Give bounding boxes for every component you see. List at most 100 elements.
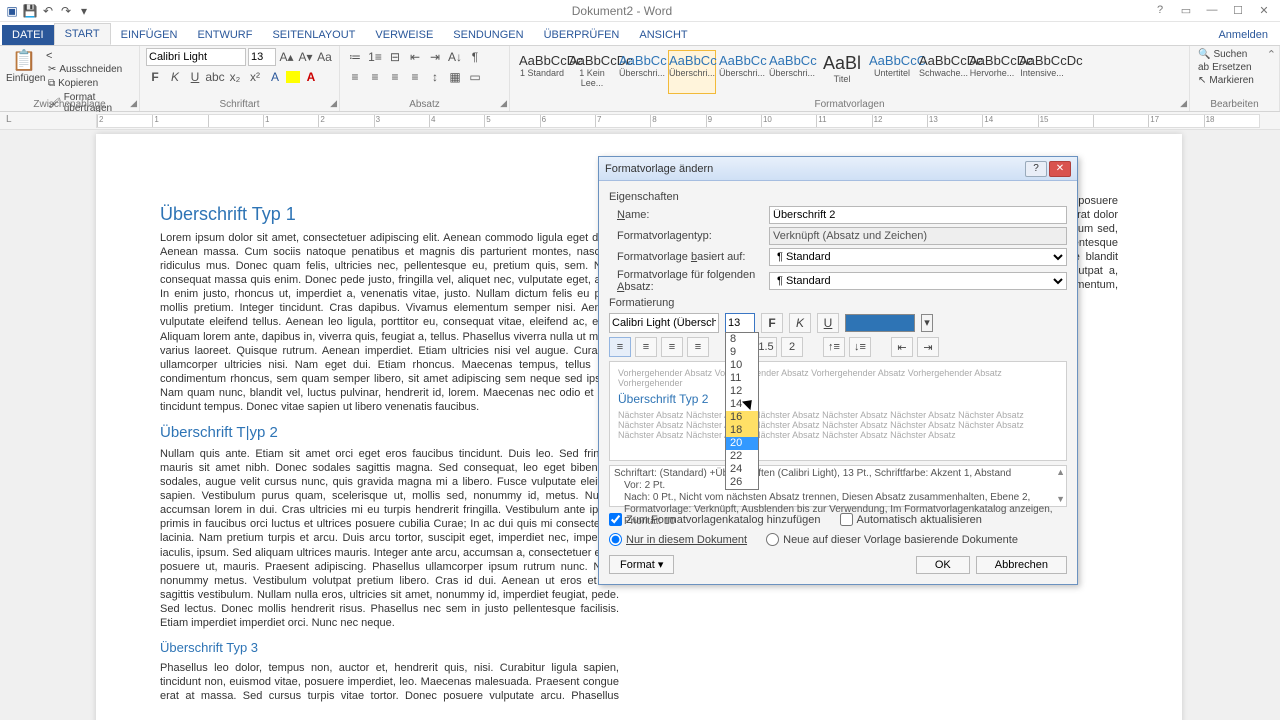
size-option[interactable]: 22 [726,450,758,463]
only-this-doc-radio[interactable]: Nur in diesem Dokument [609,533,747,546]
align-left-icon[interactable]: ≡ [346,68,364,86]
dlg-font-combo[interactable] [609,313,719,333]
highlight-icon[interactable] [286,71,300,83]
bold-icon[interactable]: F [146,68,164,86]
dialog-help-icon[interactable]: ? [1025,161,1047,177]
dlg-color-picker[interactable] [845,314,915,332]
redo-icon[interactable]: ↷ [58,3,74,19]
close-icon[interactable]: ✕ [1252,4,1276,17]
help-icon[interactable]: ? [1148,4,1172,17]
style-item[interactable]: AaBbCcDcHervorhe... [968,50,1016,94]
shading-icon[interactable]: ▦ [446,68,464,86]
size-option[interactable]: 14 [726,398,758,411]
tab-mailings[interactable]: SENDUNGEN [443,25,533,45]
dlg-align-right[interactable]: ≡ [661,337,683,357]
borders-icon[interactable]: ▭ [466,68,484,86]
collapse-ribbon-icon[interactable]: ⌃ [1267,48,1276,61]
multilevel-icon[interactable]: ⊟ [386,48,404,66]
format-menu-button[interactable]: Format ▾ [609,555,674,574]
paste-button[interactable]: 📋 Einfügen [6,48,42,96]
dlg-space-before-dec[interactable]: ↓≡ [849,337,871,357]
align-center-icon[interactable]: ≡ [366,68,384,86]
style-item[interactable]: AaBbCcDc1 Kein Lee... [568,50,616,94]
dlg-indent-dec[interactable]: ⇤ [891,337,913,357]
replace-button[interactable]: abErsetzen [1196,61,1273,74]
text-effects-icon[interactable]: A [266,68,284,86]
style-item[interactable]: AaBbCcÜberschri... [618,50,666,94]
dlg-align-left[interactable]: ≡ [609,337,631,357]
dialog-launcher-icon[interactable]: ◢ [1180,98,1187,109]
dec-indent-icon[interactable]: ⇤ [406,48,424,66]
size-option[interactable]: 18 [726,424,758,437]
size-option[interactable]: 20 [726,437,758,450]
dlg-underline-button[interactable]: U [817,313,839,333]
save-icon[interactable]: 💾 [22,3,38,19]
style-item[interactable]: AaBbCcÜberschri... [668,50,716,94]
style-item[interactable]: AaBbCcCUntertitel [868,50,916,94]
qat-more-icon[interactable]: ▾ [76,3,92,19]
superscript-icon[interactable]: x² [246,68,264,86]
find-button[interactable]: 🔍Suchen [1196,48,1273,61]
size-option[interactable]: 8 [726,333,758,346]
size-option[interactable]: 11 [726,372,758,385]
tab-start[interactable]: START [54,23,111,45]
minimize-icon[interactable]: — [1200,4,1224,17]
ribbon-options-icon[interactable]: ▭ [1174,4,1198,17]
horizontal-ruler[interactable]: 211234567891011121314151718 [96,114,1260,128]
change-case-icon[interactable]: Aa [316,48,333,66]
style-item[interactable]: AaBbCcÜberschri... [768,50,816,94]
chevron-down-icon[interactable]: ▾ [921,314,933,332]
sort-icon[interactable]: A↓ [446,48,464,66]
undo-icon[interactable]: ↶ [40,3,56,19]
tab-file[interactable]: DATEI [2,25,54,45]
size-option[interactable]: 12 [726,385,758,398]
styles-gallery[interactable]: AaBbCcDc1 StandardAaBbCcDc1 Kein Lee...A… [516,48,1183,96]
size-option[interactable]: 24 [726,463,758,476]
dlg-align-center[interactable]: ≡ [635,337,657,357]
cut-button[interactable]: ✂Ausschneiden [46,63,133,76]
scroll-down-icon[interactable]: ▼ [1056,494,1065,505]
font-color-icon[interactable]: A [302,68,320,86]
dlg-italic-button[interactable]: K [789,313,811,333]
line-spacing-icon[interactable]: ↕ [426,68,444,86]
name-field[interactable] [769,206,1067,224]
justify-icon[interactable]: ≡ [406,68,424,86]
dlg-space-before-inc[interactable]: ↑≡ [823,337,845,357]
style-item[interactable]: AaBbCcDcIntensive... [1018,50,1066,94]
show-marks-icon[interactable]: ¶ [466,48,484,66]
style-item[interactable]: AaBbCcÜberschri... [718,50,766,94]
style-item[interactable]: AaBbCcDc1 Standard [518,50,566,94]
subscript-icon[interactable]: x₂ [226,68,244,86]
cancel-button[interactable]: Abbrechen [976,556,1067,574]
tab-references[interactable]: VERWEISE [365,25,443,45]
tab-insert[interactable]: EINFÜGEN [111,25,188,45]
dlg-bold-button[interactable]: F [761,313,783,333]
numbering-icon[interactable]: 1≡ [366,48,384,66]
size-option[interactable]: 16 [726,411,758,424]
select-button[interactable]: ↖Markieren [1196,74,1273,87]
tab-view[interactable]: ANSICHT [629,25,697,45]
based-on-template-radio[interactable]: Neue auf dieser Vorlage basierende Dokum… [766,533,1018,546]
dialog-launcher-icon[interactable]: ◢ [330,98,337,109]
grow-font-icon[interactable]: A▴ [278,48,295,66]
font-size-combo[interactable] [248,48,276,66]
copy-button[interactable]: ⧉Kopieren [46,77,133,90]
inc-indent-icon[interactable]: ⇥ [426,48,444,66]
size-dropdown-list[interactable]: 8910111214161820222426 [725,332,759,490]
scroll-up-icon[interactable]: ▲ [1056,467,1065,478]
dialog-launcher-icon[interactable]: ◢ [500,98,507,109]
size-option[interactable]: 9 [726,346,758,359]
maximize-icon[interactable]: ☐ [1226,4,1250,17]
dialog-close-icon[interactable]: ✕ [1049,161,1071,177]
signin-link[interactable]: Anmelden [1206,25,1280,45]
tab-review[interactable]: ÜBERPRÜFEN [534,25,630,45]
next-style-combo[interactable]: ¶ Standard [769,272,1067,290]
size-option[interactable]: 10 [726,359,758,372]
dlg-size-combo[interactable] [725,313,755,333]
dialog-titlebar[interactable]: Formatvorlage ändern ? ✕ [599,157,1077,181]
style-item[interactable]: AaBlTitel [818,50,866,94]
size-option[interactable]: 26 [726,476,758,489]
dlg-indent-inc[interactable]: ⇥ [917,337,939,357]
italic-icon[interactable]: K [166,68,184,86]
underline-icon[interactable]: U [186,68,204,86]
